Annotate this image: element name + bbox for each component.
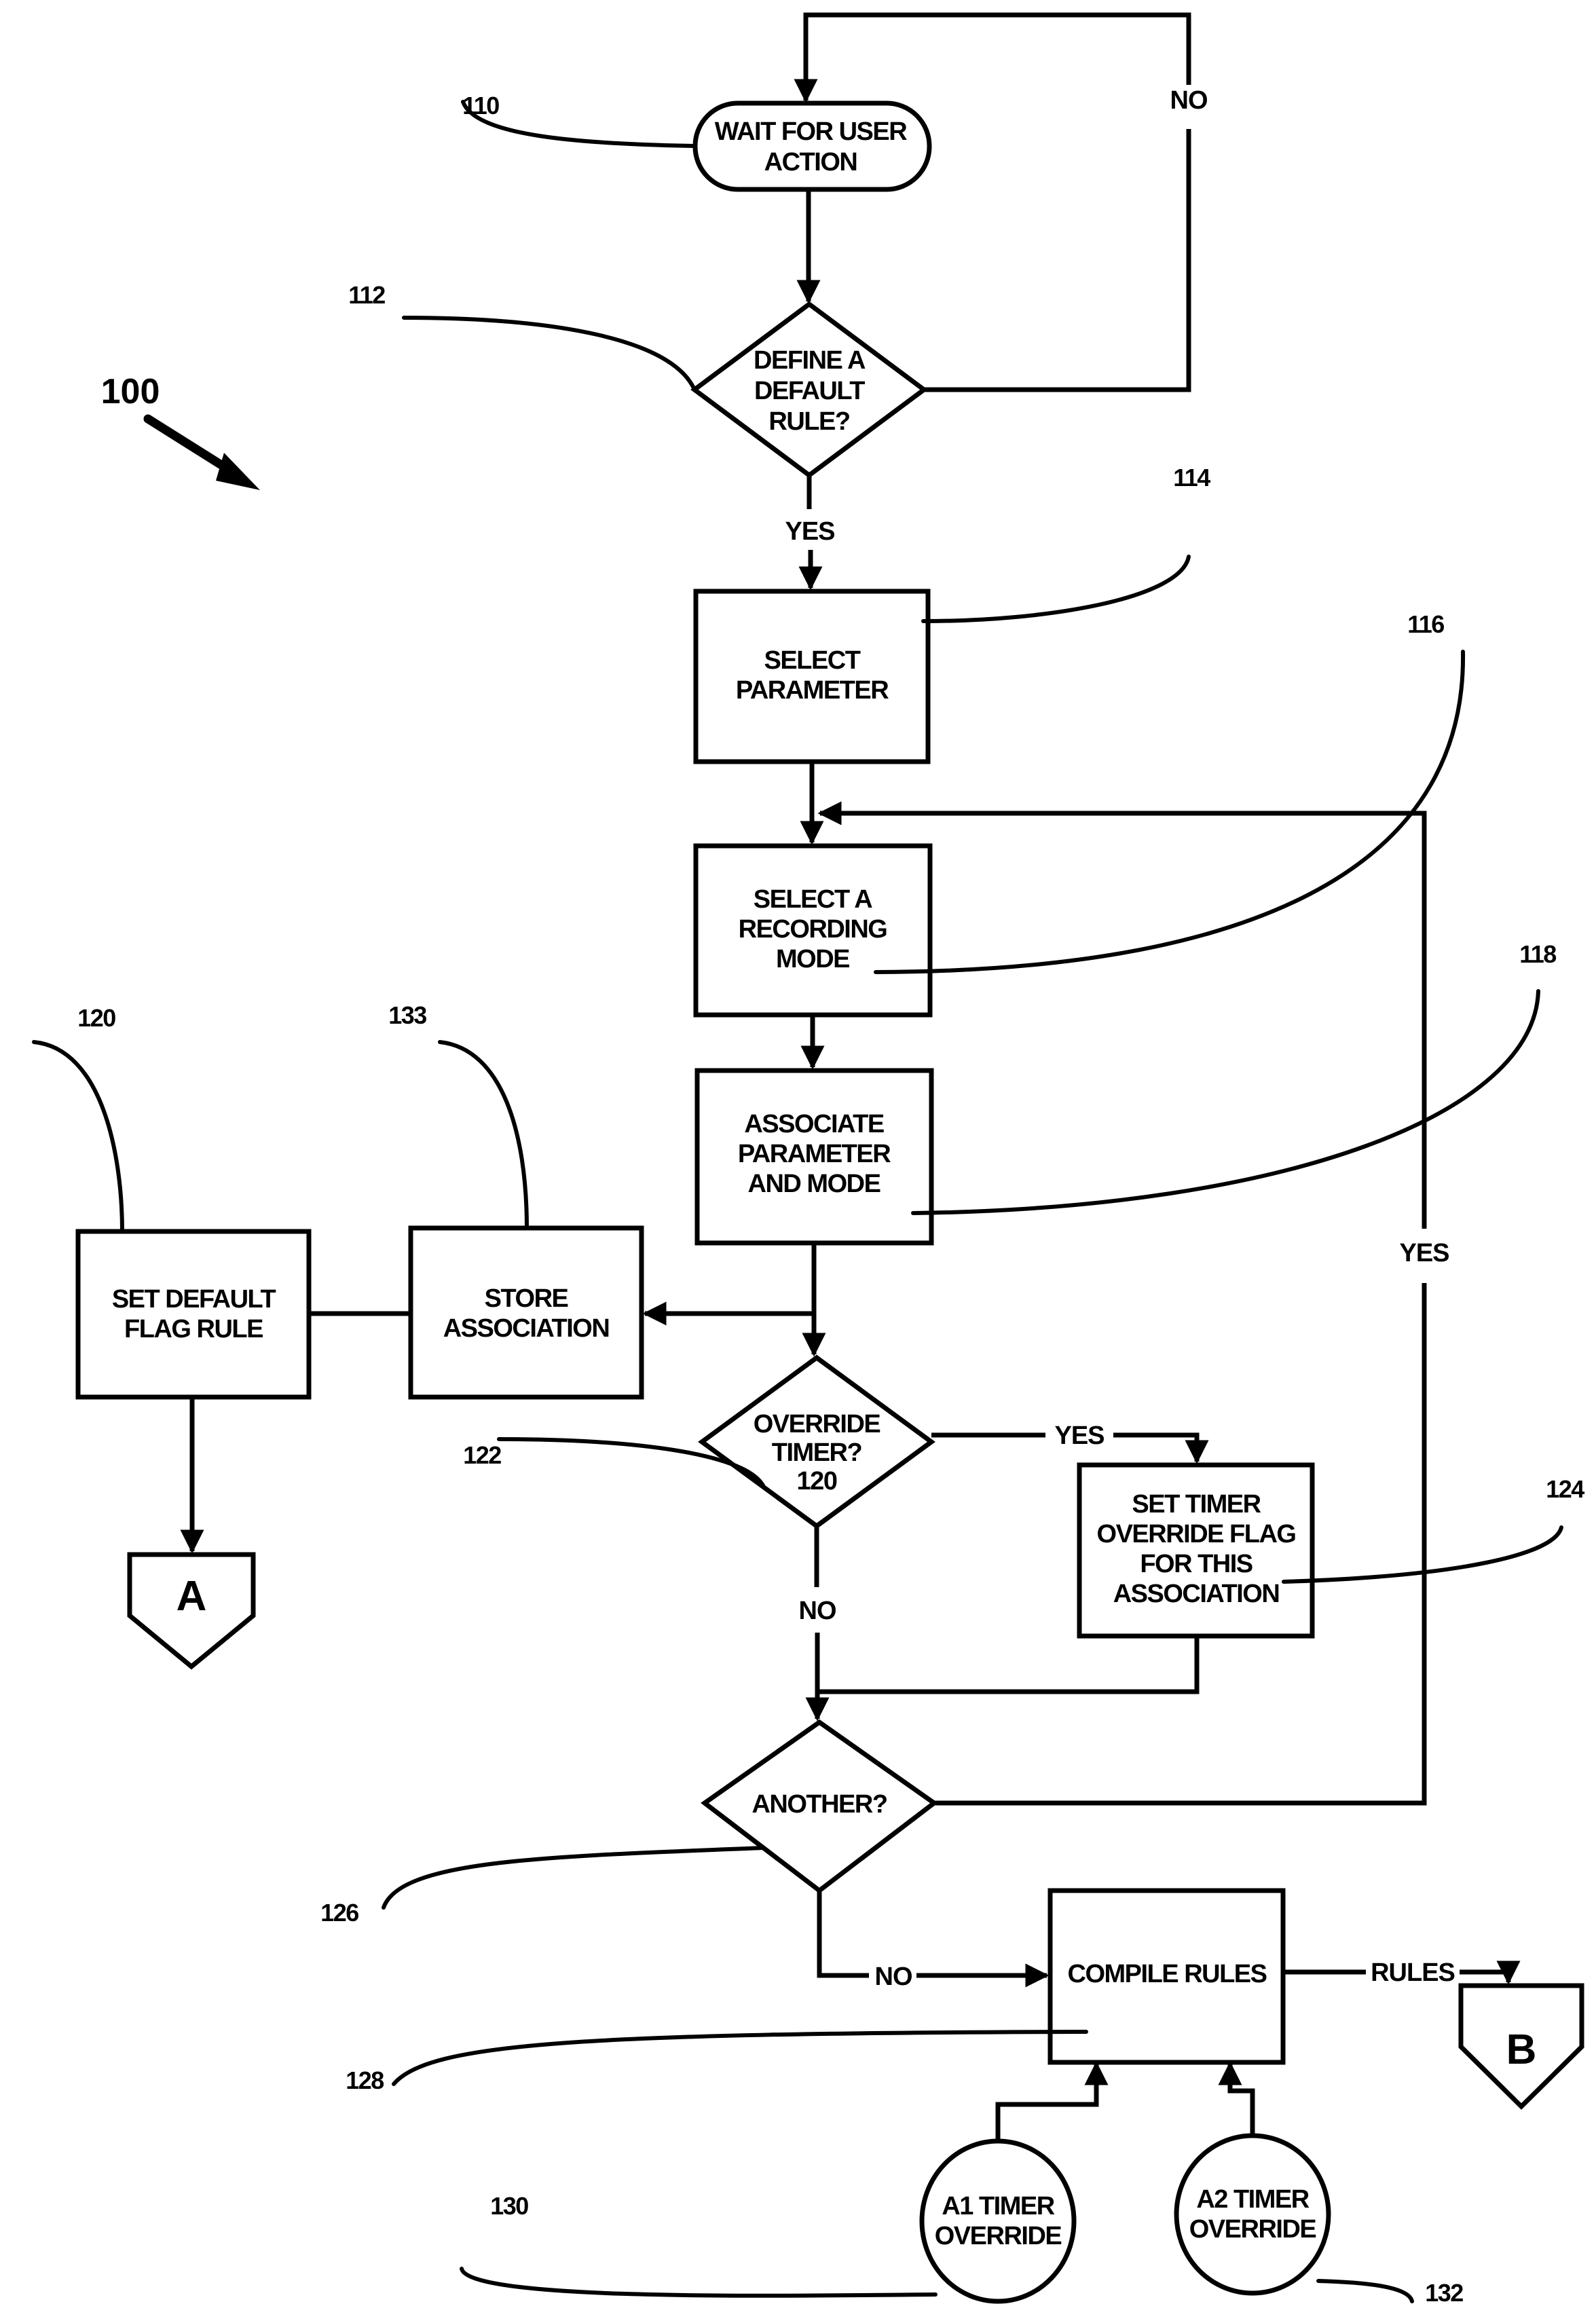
edge-override-yes-right	[1113, 1432, 1209, 1464]
node-label-line: PARAMETER	[738, 1140, 891, 1168]
node-label-line: DEFINE A	[754, 346, 866, 375]
node-another: ANOTHER?	[701, 1719, 938, 1894]
node-define-default-rule: DEFINE A DEFAULT RULE?	[690, 301, 928, 479]
node-select-parameter: SELECT PARAMETER	[693, 589, 931, 764]
ref-116: 116	[1407, 610, 1444, 638]
ref-124: 124	[1546, 1475, 1584, 1503]
node-a2-timer-override: A2 TIMER OVERRIDE	[1174, 2133, 1331, 2296]
figure-number: 100	[101, 372, 160, 411]
node-label-line: OVERRIDE	[754, 1410, 880, 1438]
ref-130: 130	[490, 2192, 528, 2220]
ref-112: 112	[348, 281, 385, 309]
node-compile-rules: COMPILE RULES	[1047, 1888, 1286, 2065]
node-label-line: 120	[797, 1467, 837, 1495]
leader-118	[911, 989, 1540, 1215]
node-override-timer: OVERRIDE TIMER? 120	[698, 1354, 935, 1529]
node-select-recording-mode: SELECT A RECORDING MODE	[693, 843, 933, 1018]
leader-128	[392, 2030, 1088, 2086]
edge-timer-flag-merge	[817, 1636, 1200, 1694]
ref-128: 128	[346, 2066, 384, 2094]
node-label-line: OVERRIDE	[935, 2222, 1062, 2250]
connector-a: A	[127, 1552, 256, 1670]
leader-114	[921, 555, 1191, 623]
process-shape	[75, 1229, 312, 1400]
connector-b: B	[1458, 1983, 1584, 2110]
connector-label: A	[177, 1573, 207, 1620]
node-label-line: OVERRIDE FLAG	[1097, 1520, 1296, 1548]
circle-shape	[919, 2138, 1077, 2304]
edge-label-another-no: NO	[875, 1963, 912, 1991]
ref-118: 118	[1519, 940, 1556, 968]
node-label-line: SELECT	[764, 646, 861, 675]
node-label-line: A2 TIMER	[1196, 2185, 1309, 2214]
edge-define-no-lower	[924, 129, 1191, 392]
leader-132	[1316, 2279, 1414, 2303]
edge-label-define-yes: YES	[785, 517, 834, 546]
node-label-line: RECORDING	[739, 915, 887, 944]
ref-120: 120	[77, 1004, 115, 1032]
leader-120	[32, 1040, 124, 1233]
leader-126	[382, 1846, 766, 1910]
node-label-line: SET TIMER	[1132, 1490, 1261, 1519]
flowchart-diagram: 100 NO YES YES NO YES NO RULES WAIT FOR …	[32, 12, 1586, 2304]
node-store-association: STORE ASSOCIATION	[408, 1225, 644, 1400]
leader-130	[460, 2267, 938, 2298]
connector-label: B	[1506, 2026, 1537, 2073]
node-set-timer-override-flag: SET TIMER OVERRIDE FLAG FOR THIS ASSOCIA…	[1077, 1462, 1315, 1639]
ref-114: 114	[1173, 464, 1210, 491]
node-label-line: ACTION	[764, 148, 857, 176]
node-label-line: SET DEFAULT	[112, 1285, 276, 1314]
node-label-line: FLAG RULE	[124, 1315, 263, 1343]
node-label-line: WAIT FOR USER	[715, 117, 907, 146]
node-set-default-flag-rule: SET DEFAULT FLAG RULE	[75, 1229, 312, 1400]
edge-a2-to-compile	[1218, 2061, 1255, 2137]
node-label-line: A1 TIMER	[942, 2192, 1054, 2221]
leader-112	[402, 316, 697, 392]
node-wait-for-user-action: WAIT FOR USER ACTION	[692, 100, 932, 192]
node-associate-parameter-and-mode: ASSOCIATE PARAMETER AND MODE	[694, 1068, 934, 1246]
ref-133: 133	[388, 1001, 426, 1029]
node-label-line: AND MODE	[748, 1170, 880, 1198]
node-label-line: RULE?	[768, 407, 849, 436]
ref-110: 110	[462, 92, 499, 119]
node-label-line: ASSOCIATION	[443, 1314, 610, 1343]
edge-label-override-no: NO	[799, 1597, 836, 1625]
edge-another-no-left	[817, 1891, 869, 1978]
node-label-line: TIMER?	[772, 1438, 862, 1467]
node-label-line: OVERRIDE	[1189, 2215, 1316, 2244]
node-label-line: MODE	[776, 945, 849, 973]
node-label-line: DEFAULT	[754, 377, 865, 405]
node-label-line: SELECT A	[754, 885, 873, 914]
node-label-line: ANOTHER?	[751, 1790, 887, 1819]
edge-label-rules: RULES	[1371, 1958, 1455, 1987]
edge-label-override-yes: YES	[1054, 1422, 1104, 1450]
edge-label-another-yes: YES	[1399, 1239, 1449, 1267]
leader-133	[438, 1040, 529, 1230]
node-label-line: FOR THIS	[1140, 1550, 1252, 1578]
node-label-line: ASSOCIATE	[744, 1110, 884, 1138]
edge-define-no-upper	[794, 12, 1191, 103]
edge-rules-right	[1460, 1961, 1521, 1985]
node-a1-timer-override: A1 TIMER OVERRIDE	[919, 2138, 1077, 2304]
node-label-line: COMPILE RULES	[1068, 1960, 1267, 1988]
figure-pointer-arrow-head	[216, 453, 260, 490]
node-label-line: ASSOCIATION	[1113, 1580, 1280, 1608]
node-label-line: PARAMETER	[736, 676, 889, 705]
ref-122: 122	[463, 1441, 501, 1469]
edge-label-define-no: NO	[1170, 86, 1208, 115]
figure-reference: 100	[101, 372, 260, 490]
edge-a1-to-compile	[995, 2061, 1109, 2142]
ref-126: 126	[320, 1899, 358, 1927]
circle-shape	[1174, 2133, 1331, 2296]
node-label-line: STORE	[485, 1284, 568, 1313]
ref-132: 132	[1425, 2279, 1463, 2304]
